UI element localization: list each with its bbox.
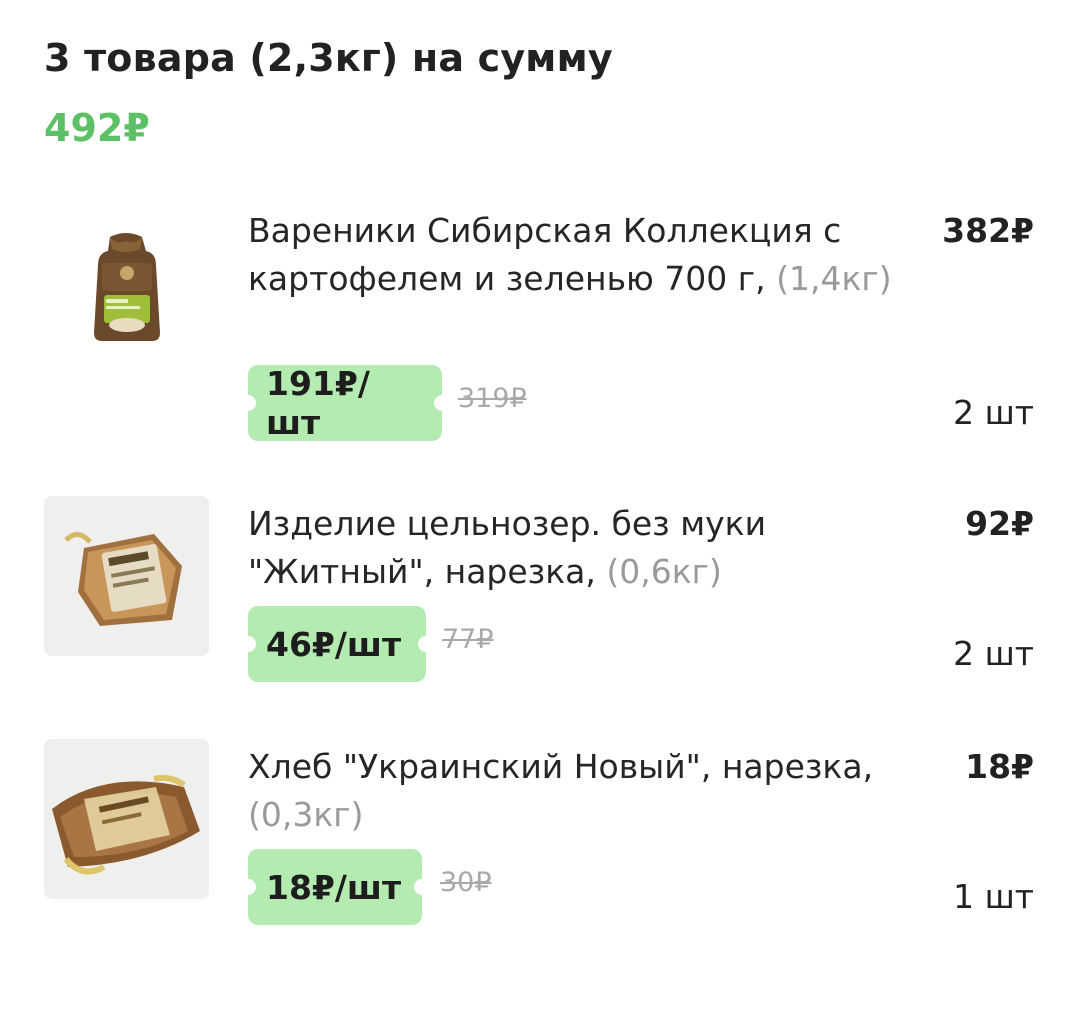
item-line-total: 18₽ (965, 747, 1034, 786)
item-quantity: 2 шт (953, 634, 1034, 673)
item-name: Изделие цельнозер. без муки "Житный", на… (248, 500, 918, 596)
price-tag: 46₽/шт (240, 606, 434, 682)
old-price: 319₽ (458, 383, 527, 414)
unit-price: 46₽/шт (266, 624, 402, 664)
item-weight: (0,3кг) (248, 795, 364, 834)
item-name: Хлеб "Украинский Новый", нарезка, (0,3кг… (248, 743, 918, 839)
item-weight: (1,4кг) (776, 259, 892, 298)
item-name: Вареники Сибирская Коллекция с картофеле… (248, 207, 918, 303)
summary-title: 3 товара (2,3кг) на сумму (44, 36, 613, 80)
item-weight: (0,6кг) (606, 552, 722, 591)
item-line-total: 92₽ (965, 504, 1034, 543)
summary-total: 492₽ (44, 106, 150, 150)
bread-loaf-icon (44, 496, 209, 656)
item-quantity: 2 шт (953, 393, 1034, 432)
price-tag: 18₽/шт (240, 849, 430, 925)
item-title: Хлеб "Украинский Новый", нарезка, (248, 747, 874, 786)
unit-price: 18₽/шт (266, 867, 402, 907)
item-quantity: 1 шт (953, 877, 1034, 916)
old-price: 77₽ (442, 624, 494, 655)
item-line-total: 382₽ (942, 211, 1034, 250)
bread-loaf-icon (44, 739, 209, 899)
price-tag: 191₽/шт (240, 364, 450, 442)
unit-price: 191₽/шт (266, 364, 370, 442)
item-title: Вареники Сибирская Коллекция с картофеле… (248, 211, 842, 298)
dumplings-package-icon (44, 215, 209, 375)
old-price: 30₽ (440, 867, 492, 898)
